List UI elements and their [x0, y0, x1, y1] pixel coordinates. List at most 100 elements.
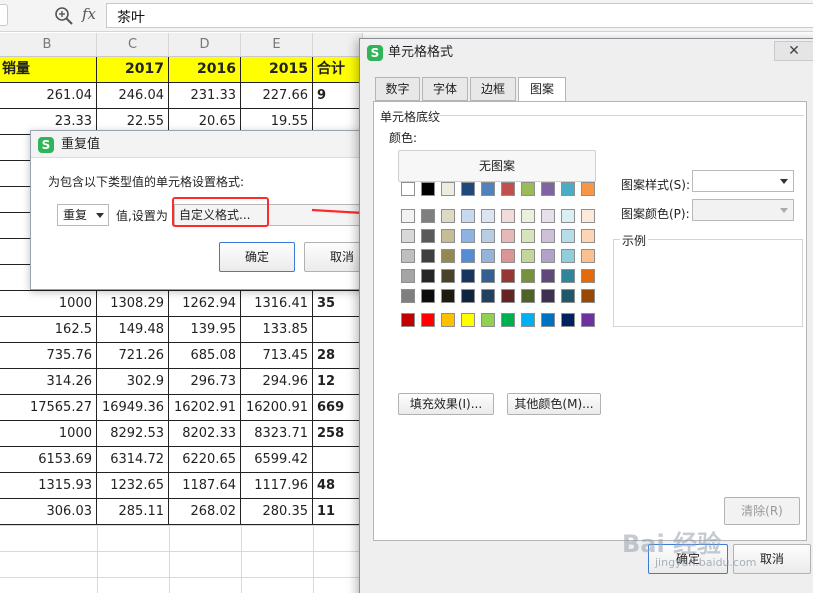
table-cell[interactable]: 35 — [313, 291, 361, 317]
table-cell[interactable]: 314.26 — [0, 369, 97, 395]
table-cell[interactable]: 16949.36 — [97, 395, 169, 421]
color-swatch[interactable] — [501, 182, 515, 196]
table-cell[interactable]: 1316.41 — [241, 291, 313, 317]
color-swatch[interactable] — [481, 313, 495, 327]
no-pattern-button[interactable]: 无图案 — [398, 150, 596, 182]
header-cell[interactable]: 2016 — [169, 57, 241, 83]
table-cell[interactable]: 735.76 — [0, 343, 97, 369]
color-swatch[interactable] — [561, 209, 575, 223]
name-box-dropdown[interactable] — [0, 4, 8, 26]
color-swatch[interactable] — [461, 249, 475, 263]
color-swatch[interactable] — [481, 229, 495, 243]
column-header-f[interactable] — [313, 33, 363, 57]
color-swatch[interactable] — [401, 269, 415, 283]
column-header-e[interactable]: E — [241, 33, 313, 57]
table-cell[interactable] — [313, 317, 361, 343]
table-cell[interactable]: 721.26 — [97, 343, 169, 369]
color-swatch[interactable] — [581, 209, 595, 223]
color-swatch[interactable] — [461, 313, 475, 327]
color-swatch[interactable] — [541, 182, 555, 196]
color-swatch[interactable] — [521, 313, 535, 327]
color-swatch[interactable] — [401, 229, 415, 243]
table-cell[interactable]: 28 — [313, 343, 361, 369]
table-cell[interactable]: 268.02 — [169, 499, 241, 525]
color-swatch[interactable] — [441, 289, 455, 303]
table-cell[interactable]: 1187.64 — [169, 473, 241, 499]
color-swatch[interactable] — [581, 269, 595, 283]
fill-effects-button[interactable]: 填充效果(I)... — [398, 393, 494, 415]
color-swatch[interactable] — [401, 209, 415, 223]
color-swatch[interactable] — [541, 229, 555, 243]
table-cell[interactable]: 6314.72 — [97, 447, 169, 473]
color-swatch[interactable] — [461, 289, 475, 303]
color-swatch[interactable] — [481, 209, 495, 223]
color-swatch[interactable] — [501, 289, 515, 303]
table-cell[interactable]: 227.66 — [241, 83, 313, 109]
color-swatch[interactable] — [501, 269, 515, 283]
table-cell[interactable]: 6153.69 — [0, 447, 97, 473]
color-swatch[interactable] — [421, 269, 435, 283]
color-swatch[interactable] — [501, 249, 515, 263]
color-swatch[interactable] — [481, 249, 495, 263]
color-swatch[interactable] — [401, 249, 415, 263]
pattern-color-select[interactable] — [692, 199, 794, 221]
color-swatch[interactable] — [501, 229, 515, 243]
color-swatch[interactable] — [421, 182, 435, 196]
header-cell[interactable]: 合计 — [313, 57, 361, 83]
table-cell[interactable]: 12 — [313, 369, 361, 395]
table-cell[interactable]: 16200.91 — [241, 395, 313, 421]
color-swatch[interactable] — [541, 269, 555, 283]
color-swatch[interactable] — [501, 209, 515, 223]
table-cell[interactable]: 8323.71 — [241, 421, 313, 447]
table-cell[interactable]: 149.48 — [97, 317, 169, 343]
table-cell[interactable]: 1232.65 — [97, 473, 169, 499]
color-swatch[interactable] — [581, 289, 595, 303]
fx-icon[interactable]: fx — [82, 5, 96, 23]
table-cell[interactable]: 16202.91 — [169, 395, 241, 421]
column-header-d[interactable]: D — [169, 33, 241, 57]
color-swatch[interactable] — [521, 229, 535, 243]
color-swatch[interactable] — [421, 209, 435, 223]
pattern-style-select[interactable] — [692, 170, 794, 192]
table-cell[interactable]: 231.33 — [169, 83, 241, 109]
color-swatch[interactable] — [521, 182, 535, 196]
table-cell[interactable]: 685.08 — [169, 343, 241, 369]
header-cell[interactable]: 2015 — [241, 57, 313, 83]
color-swatch[interactable] — [581, 229, 595, 243]
table-cell[interactable]: 8292.53 — [97, 421, 169, 447]
table-cell[interactable]: 285.11 — [97, 499, 169, 525]
table-cell[interactable]: 139.95 — [169, 317, 241, 343]
table-cell[interactable]: 280.35 — [241, 499, 313, 525]
clear-button[interactable]: 清除(R) — [724, 497, 800, 525]
color-swatch[interactable] — [421, 289, 435, 303]
formula-input[interactable]: 茶叶 — [106, 3, 813, 28]
color-swatch[interactable] — [481, 289, 495, 303]
color-swatch[interactable] — [401, 289, 415, 303]
color-swatch[interactable] — [521, 269, 535, 283]
color-swatch[interactable] — [561, 229, 575, 243]
color-swatch[interactable] — [421, 229, 435, 243]
tab-border[interactable]: 边框 — [470, 77, 516, 101]
table-cell[interactable]: 669 — [313, 395, 361, 421]
table-cell[interactable]: 1117.96 — [241, 473, 313, 499]
color-swatch[interactable] — [441, 229, 455, 243]
color-swatch[interactable] — [521, 289, 535, 303]
table-cell[interactable]: 306.03 — [0, 499, 97, 525]
table-cell[interactable]: 246.04 — [97, 83, 169, 109]
column-header-c[interactable]: C — [97, 33, 169, 57]
table-cell[interactable]: 302.9 — [97, 369, 169, 395]
table-cell[interactable]: 1315.93 — [0, 473, 97, 499]
table-cell[interactable]: 1000 — [0, 291, 97, 317]
close-icon[interactable]: ✕ — [774, 41, 813, 61]
color-swatch[interactable] — [561, 182, 575, 196]
color-swatch[interactable] — [441, 209, 455, 223]
color-swatch[interactable] — [461, 269, 475, 283]
table-cell[interactable]: 162.5 — [0, 317, 97, 343]
color-swatch[interactable] — [541, 289, 555, 303]
table-cell[interactable]: 6599.42 — [241, 447, 313, 473]
color-swatch[interactable] — [581, 249, 595, 263]
color-swatch[interactable] — [581, 182, 595, 196]
header-cell[interactable]: 销量 — [0, 57, 97, 83]
color-swatch[interactable] — [541, 249, 555, 263]
more-colors-button[interactable]: 其他颜色(M)... — [507, 393, 601, 415]
